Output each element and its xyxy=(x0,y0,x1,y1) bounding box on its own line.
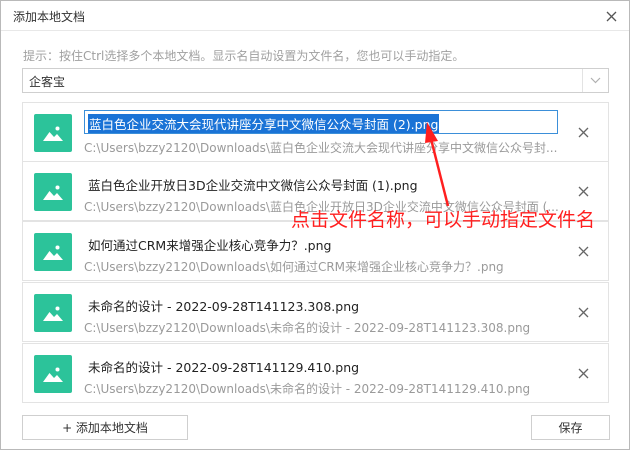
add-local-document-dialog: 添加本地文档 提示：按住Ctrl选择多个本地文档。显示名自动设置为文件名，您也可… xyxy=(0,0,630,450)
save-button[interactable]: 保存 xyxy=(531,415,610,440)
remove-file-button[interactable] xyxy=(572,301,594,323)
annotation-text: 点击文件名称，可以手动指定文件名 xyxy=(291,209,596,231)
file-path: C:\Users\bzzy2120\Downloads\未命名的设计 - 202… xyxy=(84,321,531,335)
file-path: C:\Users\bzzy2120\Downloads\蓝白色企业交流大会现代讲… xyxy=(84,141,558,155)
file-name[interactable]: 未命名的设计 - 2022-09-28T141129.410.png xyxy=(88,357,359,376)
hint-text: 提示：按住Ctrl选择多个本地文档。显示名自动设置为文件名，您也可以手动指定。 xyxy=(23,49,465,63)
knowledge-base-select[interactable]: 企客宝 xyxy=(22,68,609,93)
remove-file-button[interactable] xyxy=(572,180,594,202)
file-name[interactable]: 如何通过CRM来增强企业核心竞争力？.png xyxy=(88,235,331,254)
title-bar: 添加本地文档 xyxy=(1,1,629,31)
file-thumbnail xyxy=(34,114,72,152)
remove-icon xyxy=(578,368,588,378)
file-thumbnail xyxy=(34,355,72,393)
file-name-selected-text: 蓝白色企业交流大会现代讲座分享中文微信公众号封面 (2).png xyxy=(88,114,440,133)
file-item: 蓝白色企业交流大会现代讲座分享中文微信公众号封面 (2).png C:\User… xyxy=(22,102,609,162)
select-value: 企客宝 xyxy=(29,75,66,89)
file-thumbnail xyxy=(34,233,72,271)
image-icon xyxy=(43,185,63,200)
image-icon xyxy=(43,126,63,141)
file-list: 蓝白色企业交流大会现代讲座分享中文微信公众号封面 (2).png C:\User… xyxy=(22,102,609,404)
file-path: C:\Users\bzzy2120\Downloads\未命名的设计 - 202… xyxy=(84,382,531,396)
file-name[interactable]: 未命名的设计 - 2022-09-28T141123.308.png xyxy=(88,296,359,315)
add-local-document-button[interactable]: + 添加本地文档 xyxy=(22,415,188,440)
remove-file-button[interactable] xyxy=(572,362,594,384)
file-thumbnail xyxy=(34,294,72,332)
select-arrow[interactable] xyxy=(582,69,608,92)
remove-icon xyxy=(578,246,588,256)
remove-icon xyxy=(578,307,588,317)
chevron-down-icon xyxy=(590,77,601,84)
close-icon xyxy=(606,11,616,21)
file-item: 未命名的设计 - 2022-09-28T141129.410.png C:\Us… xyxy=(22,343,609,403)
file-path: C:\Users\bzzy2120\Downloads\如何通过CRM来增强企业… xyxy=(84,260,504,274)
dialog-title: 添加本地文档 xyxy=(13,10,86,24)
file-thumbnail xyxy=(34,173,72,211)
dialog-close-button[interactable] xyxy=(601,6,621,26)
remove-icon xyxy=(578,127,588,137)
image-icon xyxy=(43,245,63,260)
file-name[interactable]: 蓝白色企业开放日3D企业交流中文微信公众号封面 (1).png xyxy=(88,175,418,194)
file-name-input[interactable]: 蓝白色企业交流大会现代讲座分享中文微信公众号封面 (2).png xyxy=(84,110,558,134)
remove-icon xyxy=(578,186,588,196)
image-icon xyxy=(43,367,63,382)
image-icon xyxy=(43,306,63,321)
file-item: 未命名的设计 - 2022-09-28T141123.308.png C:\Us… xyxy=(22,282,609,342)
remove-file-button[interactable] xyxy=(572,240,594,262)
remove-file-button[interactable] xyxy=(572,121,594,143)
